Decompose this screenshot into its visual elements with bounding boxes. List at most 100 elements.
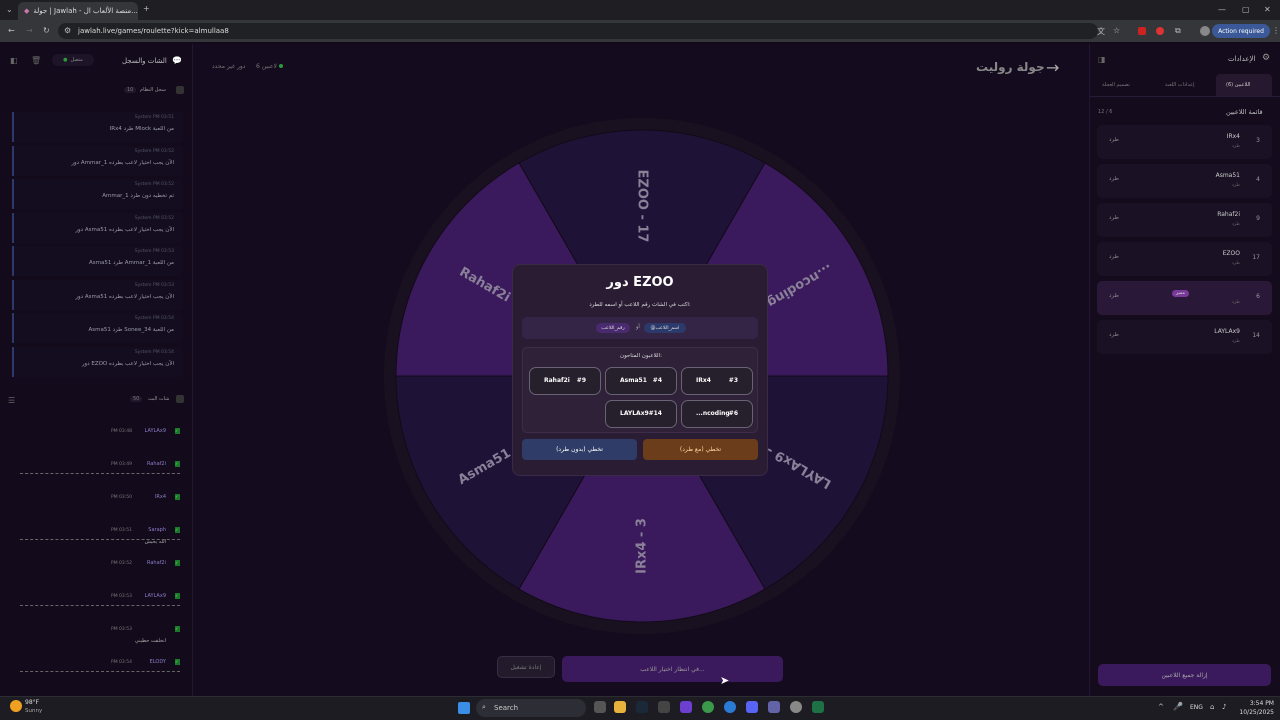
excel-icon[interactable] <box>812 701 824 713</box>
close-window-icon[interactable]: ✕ <box>1264 5 1271 14</box>
extensions-icon[interactable]: ⧉ <box>1175 26 1181 36</box>
player-row[interactable]: 4 Asma51 طرد طرد <box>1097 164 1272 198</box>
windows-start-icon[interactable] <box>458 702 470 714</box>
kick-button[interactable]: طرد <box>1109 215 1119 221</box>
remove-all-players-button[interactable]: إزالة جميع اللاعبين <box>1098 664 1271 686</box>
player-row[interactable]: 3 IRx4 طرد طرد <box>1097 125 1272 159</box>
player-row[interactable]: 14 LAYLAx9 طرد طرد <box>1097 320 1272 354</box>
waiting-status-button[interactable]: في انتظار اختيار اللاعب... <box>562 656 783 682</box>
chat-username: ELODY <box>149 659 166 665</box>
chat-menu-icon[interactable]: ☰ <box>8 396 15 405</box>
tab-menu-icon[interactable]: ⌄ <box>6 5 13 14</box>
maximize-icon[interactable]: ▢ <box>1242 5 1250 14</box>
log-text: Asma51 طرد Sonee_34 من اللعبة <box>88 327 174 333</box>
log-text: دور Ammar_1 الآن يجب اختيار لاعب بطرده <box>71 159 174 166</box>
browser-tab[interactable]: ◆ جولة | Jawlah - منصة الألعاب ال... ✕ <box>18 2 138 20</box>
language-indicator[interactable]: ENG <box>1190 704 1203 711</box>
player-kick-button[interactable]: #4 Asma51 <box>605 367 677 395</box>
chat-time: PM 03:48 <box>111 429 132 434</box>
weather-sun-icon[interactable] <box>10 700 22 712</box>
tab-wheel-design[interactable]: تصميم العجلة <box>1102 82 1130 88</box>
chat-username: Saraph <box>148 527 166 533</box>
player-kick-button[interactable]: #9 Rahaf2i <box>529 367 601 395</box>
site-info-icon[interactable]: ⚙ <box>64 26 71 35</box>
rounds-label: دور غير محدد <box>212 63 246 70</box>
player-name: EZOO <box>1222 250 1240 257</box>
status-text: متصل <box>70 57 83 63</box>
weather-desc: Sunny <box>25 708 43 714</box>
new-tab-icon[interactable]: + <box>143 4 150 13</box>
player-row[interactable]: 17 EZOO طرد طرد <box>1097 242 1272 276</box>
player-kick-button[interactable]: #6 ...ncoding <box>681 400 753 428</box>
tag-player-name: @اسم_اللاعب <box>644 323 686 333</box>
verified-check-icon: ✓ <box>175 494 180 500</box>
player-row[interactable]: 6 طرد طرد مميز <box>1097 281 1272 315</box>
trash-icon[interactable]: 🗑 <box>31 56 41 65</box>
kick-button[interactable]: طرد <box>1109 293 1119 299</box>
browser-menu-icon[interactable]: ⋮ <box>1272 26 1280 35</box>
kick-button[interactable]: طرد <box>1109 254 1119 260</box>
action-required-label: Action required <box>1218 27 1264 35</box>
discord-icon[interactable] <box>746 701 758 713</box>
mic-icon[interactable]: 🎤 <box>1173 702 1183 711</box>
chat-username: LAYLAx9 <box>144 593 166 599</box>
steam-icon[interactable] <box>636 701 648 713</box>
status-check-icon: ● <box>63 57 68 63</box>
forward-icon[interactable]: → <box>26 26 33 35</box>
players-list-count: 12 / 6 <box>1098 109 1113 115</box>
log-count: 10 <box>124 87 137 93</box>
back-arrow-icon[interactable]: → <box>1046 58 1059 77</box>
kick-button[interactable]: طرد <box>1109 332 1119 338</box>
task-view-icon[interactable] <box>594 701 606 713</box>
tray-arrow-icon[interactable]: ^ <box>1158 703 1164 711</box>
kick-button[interactable]: طرد <box>1109 176 1119 182</box>
restart-label: إعادة تشغيل <box>510 663 542 671</box>
wheel-segment-label: IRx4 - 3 <box>635 518 650 574</box>
bookmark-star-icon[interactable]: ☆ <box>1113 26 1120 35</box>
url-input[interactable]: jawlah.live/games/roulette?kick=almullaa… <box>58 23 1098 39</box>
collapse-settings-icon[interactable]: ◨ <box>1098 55 1106 64</box>
minimize-icon[interactable]: — <box>1218 5 1226 14</box>
log-meta: System PM 03:53 <box>134 282 174 288</box>
player-number: 17 <box>1252 254 1260 261</box>
collapse-panel-icon[interactable]: ◧ <box>10 56 18 65</box>
app-icon[interactable] <box>790 701 802 713</box>
restart-button[interactable]: إعادة تشغيل <box>497 656 555 678</box>
log-item: System PM 03:54 Asma51 طرد Sonee_34 من ال… <box>12 313 182 343</box>
player-sub: طرد <box>1231 300 1240 305</box>
player-row[interactable]: 9 Rahaf2i طرد طرد <box>1097 203 1272 237</box>
teams-icon[interactable] <box>768 701 780 713</box>
reload-icon[interactable]: ↻ <box>43 26 50 35</box>
taskbar-search[interactable]: Search <box>476 699 586 717</box>
tab-game-settings[interactable]: إعدادات اللعبة <box>1165 82 1194 88</box>
skip-without-kick-button[interactable]: تخطي (بدون طرد) <box>522 439 637 460</box>
clock-time[interactable]: 3:54 PM <box>1234 700 1274 707</box>
modal-subtitle: اكتب في الشات رقم اللاعب أو اسمه للطرد: <box>589 302 691 308</box>
player-kick-button[interactable]: #3 IRx4 <box>681 367 753 395</box>
extension-icon[interactable] <box>1138 27 1146 35</box>
network-icon[interactable]: ⌂ <box>1210 703 1214 711</box>
edge-icon[interactable] <box>724 701 736 713</box>
player-sub: طرد <box>1231 261 1240 266</box>
log-text: Asma51 طرد Ammar_1 من اللعبة <box>88 260 174 266</box>
log-text: Ammar_1 تم تخطيه دون طرد <box>102 193 174 199</box>
skip-with-kick-button[interactable]: تخطي (مع طرد) <box>643 439 758 460</box>
turn-modal: دور EZOO اكتب في الشات رقم اللاعب أو اسم… <box>512 264 768 476</box>
clock-date[interactable]: 10/25/2025 <box>1234 709 1274 716</box>
file-explorer-icon[interactable] <box>614 701 626 713</box>
chat-emote-row <box>20 671 180 673</box>
player-kick-button[interactable]: #14 LAYLAx9 <box>605 400 677 428</box>
extension-icon[interactable] <box>1156 27 1164 35</box>
app-icon[interactable] <box>680 701 692 713</box>
chat-emote-row <box>20 473 180 475</box>
profile-avatar[interactable] <box>1200 26 1210 36</box>
back-icon[interactable]: ← <box>8 26 15 35</box>
translate-icon[interactable]: 文 <box>1097 26 1105 37</box>
player-button-name: Rahaf2i <box>544 377 570 384</box>
chrome-icon[interactable] <box>702 701 714 713</box>
player-name: IRx4 <box>1226 133 1240 140</box>
action-required-button[interactable]: Action required <box>1212 24 1270 38</box>
volume-icon[interactable]: ♪ <box>1222 703 1226 711</box>
kick-button[interactable]: طرد <box>1109 137 1119 143</box>
store-icon[interactable] <box>658 701 670 713</box>
